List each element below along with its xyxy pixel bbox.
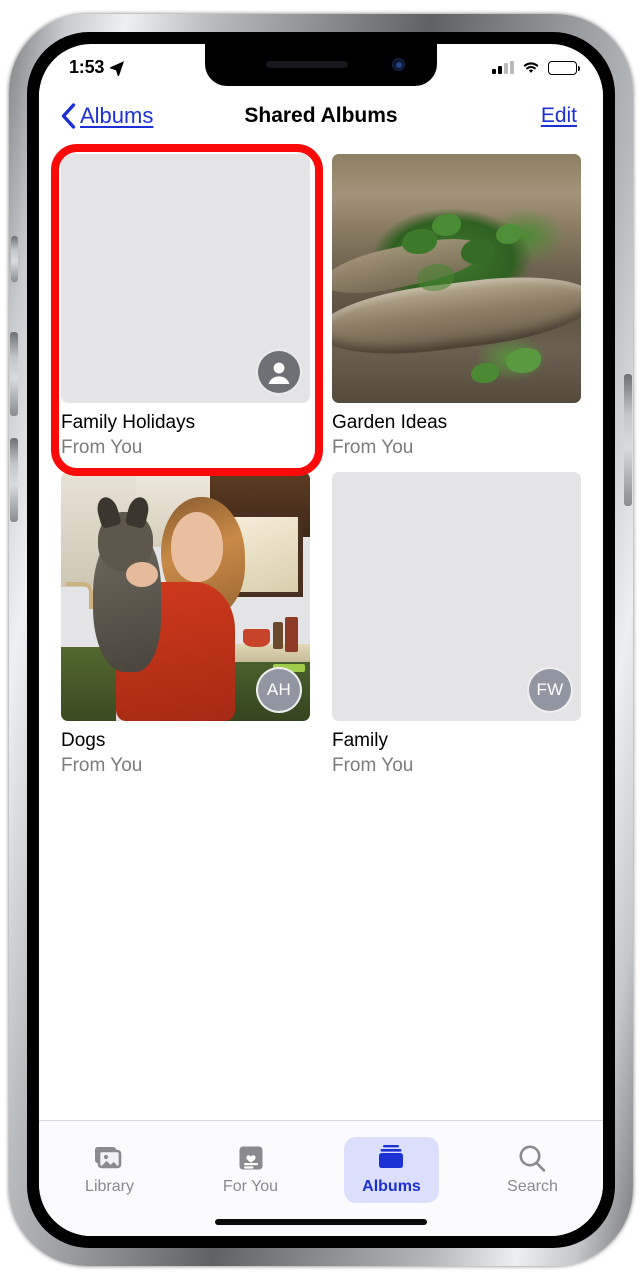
search-magnifier-icon [515, 1143, 549, 1173]
volume-up-button[interactable] [10, 332, 18, 416]
album-thumbnail-dogs: AH [61, 472, 310, 722]
tab-search[interactable]: Search [462, 1131, 603, 1211]
navigation-bar: Albums Shared Albums Edit [39, 88, 603, 144]
location-arrow-icon [110, 60, 125, 76]
album-title: Dogs [61, 730, 106, 752]
tab-albums[interactable]: Albums [321, 1131, 462, 1211]
side-power-button[interactable] [624, 374, 632, 506]
status-bar-left: 1:53 [69, 54, 125, 78]
front-camera-icon [392, 58, 405, 71]
wifi-icon [523, 62, 539, 73]
phone-screen: 1:53 Albums Shared Albums Edit Family Ho… [39, 44, 603, 1236]
person-icon [268, 362, 290, 384]
initials-avatar-badge: FW [527, 667, 573, 714]
tab-label: Albums [362, 1178, 421, 1195]
tab-for-you[interactable]: For You [180, 1131, 321, 1211]
earpiece-speaker-icon [266, 61, 348, 68]
volume-down-button[interactable] [10, 438, 18, 522]
tab-label: Search [507, 1178, 558, 1195]
tab-label: Library [85, 1178, 134, 1195]
back-button-label: Albums [80, 103, 154, 128]
album-subtitle: From You [332, 436, 414, 458]
album-subtitle: From You [332, 755, 414, 777]
home-indicator[interactable] [215, 1219, 427, 1225]
garden-photo [332, 154, 581, 403]
album-title: Garden Ideas [332, 412, 448, 433]
album-item-dogs[interactable]: AH Dogs From You [61, 472, 310, 778]
avatar-initials: AH [266, 680, 292, 700]
phone-frame: 1:53 Albums Shared Albums Edit Family Ho… [9, 14, 633, 1266]
notch [205, 44, 437, 86]
album-thumbnail-placeholder: FW [332, 472, 581, 722]
silent-switch-button[interactable] [11, 236, 18, 282]
album-item-garden-ideas[interactable]: Garden Ideas From You [332, 154, 581, 460]
album-subtitle: From You [61, 755, 143, 777]
for-you-card-icon [234, 1143, 268, 1173]
album-title: Family [332, 730, 388, 752]
album-subtitle: From You [61, 436, 143, 458]
chevron-left-icon [61, 103, 76, 129]
album-title: Family Holidays [61, 412, 196, 433]
album-item-family[interactable]: FW Family From You [332, 472, 581, 778]
status-bar-time: 1:53 [69, 57, 105, 77]
albums-folder-icon [374, 1143, 408, 1173]
avatar-initials: FW [536, 680, 564, 700]
album-thumbnail-placeholder [61, 154, 310, 403]
shared-albums-content: Family Holidays From You Garden Ideas Fr… [39, 144, 603, 1042]
tab-library[interactable]: Library [39, 1131, 180, 1211]
tab-bar: Library For You Albums Search [39, 1120, 603, 1236]
albums-grid: Family Holidays From You Garden Ideas Fr… [61, 154, 581, 779]
edit-button[interactable]: Edit [541, 104, 577, 128]
cellular-signal-icon [492, 61, 514, 74]
phone-bezel: 1:53 Albums Shared Albums Edit Family Ho… [27, 32, 615, 1248]
status-bar-right [492, 57, 580, 75]
person-avatar-badge [256, 349, 302, 395]
album-item-family-holidays[interactable]: Family Holidays From You [61, 154, 310, 460]
battery-full-icon [548, 60, 580, 75]
tab-label: For You [222, 1178, 279, 1195]
album-thumbnail-garden [332, 154, 581, 403]
photos-library-icon [93, 1143, 127, 1173]
back-button[interactable]: Albums [61, 103, 153, 129]
